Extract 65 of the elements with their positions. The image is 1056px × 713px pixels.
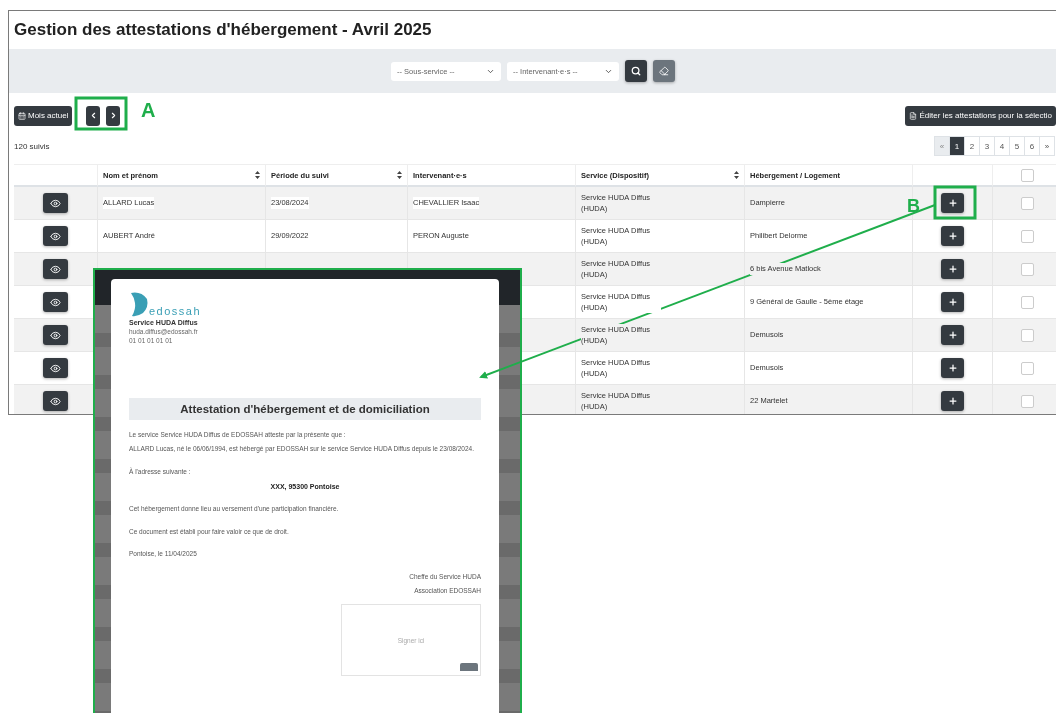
- view-button[interactable]: [43, 391, 68, 411]
- plus-icon: [947, 231, 958, 241]
- sort-icon[interactable]: [734, 171, 739, 179]
- clear-filters-button[interactable]: [653, 60, 675, 82]
- view-button[interactable]: [43, 193, 68, 213]
- previous-month-button[interactable]: [86, 105, 101, 126]
- add-button[interactable]: [941, 358, 964, 378]
- page-link[interactable]: 4: [994, 136, 1010, 156]
- sort-icon[interactable]: [255, 171, 260, 179]
- add-button[interactable]: [941, 325, 964, 345]
- page-link[interactable]: 2: [964, 136, 980, 156]
- eye-icon: [50, 263, 61, 275]
- annotation-label: A: [141, 99, 156, 121]
- eye-icon: [50, 197, 61, 209]
- row-checkbox[interactable]: [1021, 328, 1034, 342]
- page-link[interactable]: »: [1039, 136, 1055, 156]
- document-icon: [909, 111, 918, 120]
- page-link[interactable]: 3: [979, 136, 995, 156]
- add-button[interactable]: [941, 259, 964, 279]
- row-checkbox[interactable]: [1021, 295, 1034, 309]
- annotation-box: [74, 96, 128, 131]
- page-link[interactable]: 6: [1024, 136, 1040, 156]
- row-checkbox[interactable]: [1021, 262, 1034, 276]
- plus-icon: [947, 198, 958, 208]
- logo-icon: [129, 291, 149, 317]
- view-button[interactable]: [43, 325, 68, 345]
- eye-icon: [50, 296, 61, 308]
- view-button[interactable]: [43, 226, 68, 246]
- row-checkbox[interactable]: [1021, 394, 1034, 408]
- page-title: Gestion des attestations d'hébergement - Avril 2025: [13, 19, 433, 41]
- plus-icon: [947, 297, 958, 307]
- current-month-button[interactable]: Mois actuel: [14, 105, 73, 126]
- add-button[interactable]: [941, 226, 964, 246]
- eye-icon: [50, 329, 61, 341]
- signature-button[interactable]: [460, 663, 478, 672]
- page-link[interactable]: 1: [949, 136, 965, 156]
- plus-icon: [947, 264, 958, 274]
- view-button[interactable]: [43, 292, 68, 312]
- logo-text: edossah: [149, 306, 202, 317]
- bulk-edit-button[interactable]: Éditer les attestations pour la sélectio: [905, 105, 1056, 126]
- add-button[interactable]: [941, 292, 964, 312]
- results-count: 120 suivis: [14, 141, 50, 151]
- plus-icon: [947, 396, 958, 406]
- document-title: Attestation d'hébergement et de domiciliation: [129, 398, 481, 420]
- eye-icon: [50, 230, 61, 242]
- page-link[interactable]: 5: [1009, 136, 1025, 156]
- add-button[interactable]: [941, 193, 964, 213]
- next-month-button[interactable]: [106, 105, 121, 126]
- plus-icon: [947, 330, 958, 340]
- row-checkbox[interactable]: [1021, 196, 1034, 210]
- view-button[interactable]: [43, 358, 68, 378]
- row-checkbox[interactable]: [1021, 229, 1034, 243]
- view-button[interactable]: [43, 259, 68, 279]
- calendar-icon: [18, 111, 26, 120]
- select-all-checkbox[interactable]: [1021, 168, 1034, 182]
- eye-icon: [50, 362, 61, 374]
- eraser-icon: [659, 66, 669, 76]
- search-button[interactable]: [625, 60, 647, 82]
- annotation-box: [933, 185, 977, 220]
- sort-icon[interactable]: [397, 171, 402, 179]
- row-checkbox[interactable]: [1021, 361, 1034, 375]
- add-button[interactable]: [941, 391, 964, 411]
- search-icon: [631, 66, 641, 76]
- plus-icon: [947, 363, 958, 373]
- eye-icon: [50, 395, 61, 407]
